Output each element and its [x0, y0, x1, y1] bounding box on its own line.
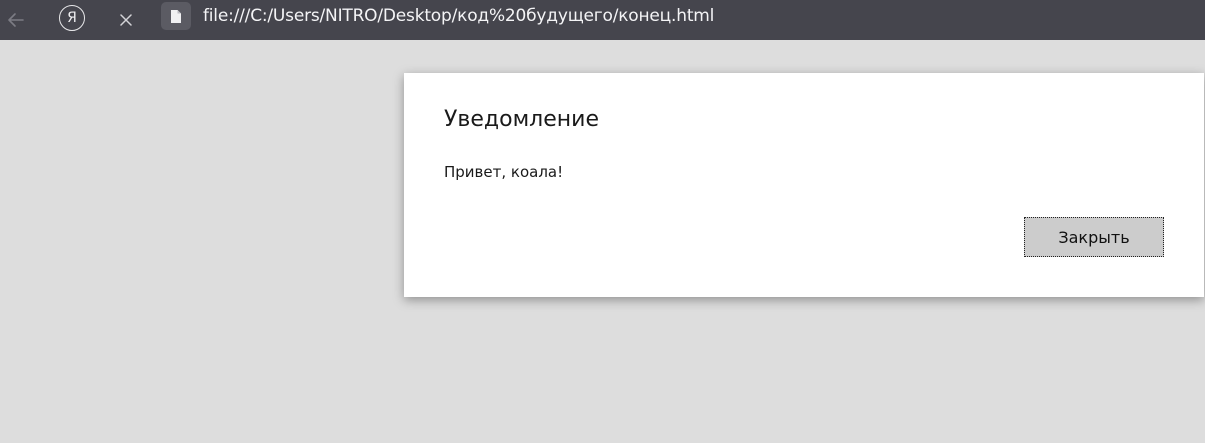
yandex-icon: Я	[67, 10, 77, 26]
back-button[interactable]	[4, 8, 28, 32]
page-info-button[interactable]	[161, 2, 191, 30]
dialog-title: Уведомление	[444, 107, 599, 132]
alert-dialog: Уведомление Привет, коала! Закрыть	[404, 73, 1204, 297]
close-page-button[interactable]	[114, 8, 138, 32]
address-bar-url[interactable]: file:///C:/Users/NITRO/Desktop/код%20буд…	[203, 4, 714, 28]
close-dialog-button[interactable]: Закрыть	[1024, 217, 1164, 257]
file-icon	[171, 9, 181, 23]
yandex-button[interactable]: Я	[59, 5, 85, 31]
back-arrow-icon	[8, 13, 24, 27]
close-icon	[120, 14, 132, 26]
dialog-message: Привет, коала!	[444, 163, 564, 181]
browser-toolbar: Я file:///C:/Users/NITRO/Desktop/код%20б…	[0, 0, 1205, 40]
